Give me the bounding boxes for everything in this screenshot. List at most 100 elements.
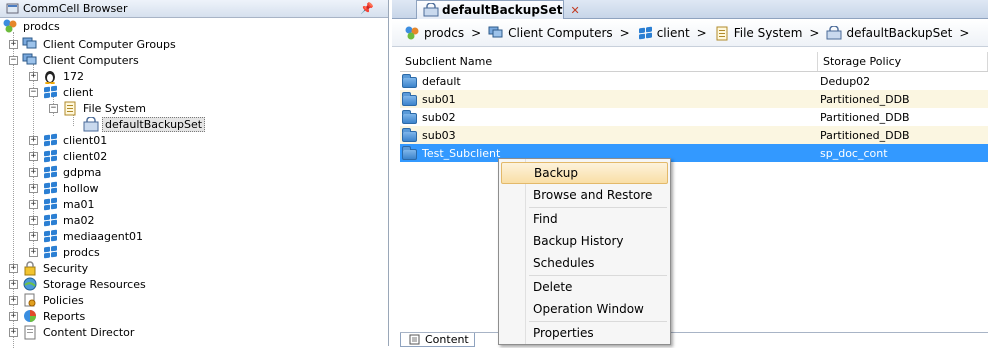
expand-icon[interactable]: + [29, 231, 38, 241]
expand-icon[interactable]: + [9, 39, 18, 49]
commcell-root-icon [404, 25, 420, 41]
tree-node-client02[interactable]: + client02 [29, 148, 109, 164]
tree-node-storage-resources[interactable]: + Storage Resources [9, 276, 148, 292]
tree-node-ma02[interactable]: + ma02 [29, 212, 96, 228]
breadcrumb-separator: > [471, 26, 482, 40]
menu-item-backup[interactable]: Backup [501, 162, 668, 184]
windows-icon [42, 164, 58, 180]
tree-node-reports[interactable]: + Reports [9, 308, 87, 324]
expand-icon[interactable]: + [29, 199, 38, 209]
close-icon[interactable]: ✕ [570, 4, 579, 17]
tab-content[interactable]: Content [400, 333, 475, 347]
collapse-icon[interactable]: − [29, 87, 38, 97]
content-pane: defaultBackupSet ✕ prodcs > Client Compu… [392, 0, 988, 347]
tree-node-root[interactable]: prodcs [2, 18, 62, 34]
tree-node-hollow[interactable]: + hollow [29, 180, 101, 196]
expand-icon[interactable]: + [9, 279, 18, 289]
table-row[interactable]: default Dedup02 [400, 72, 988, 90]
tab-label: defaultBackupSet [442, 3, 563, 17]
expand-icon[interactable]: + [29, 247, 38, 257]
tree-node-gdpma[interactable]: + gdpma [29, 164, 103, 180]
browser-title: CommCell Browser [23, 2, 128, 15]
client-computers-icon [22, 52, 38, 68]
lock-icon [22, 260, 38, 276]
menu-item-properties[interactable]: Properties [501, 322, 668, 344]
collapse-icon[interactable]: − [49, 103, 58, 113]
breadcrumb-client-computers[interactable]: Client Computers [488, 25, 613, 41]
breadcrumb-separator: > [809, 26, 820, 40]
folder-icon [402, 92, 417, 106]
expand-icon[interactable]: + [29, 151, 38, 161]
table-row[interactable]: sub03 Partitioned_DDB [400, 126, 988, 144]
column-header-subclient-name[interactable]: Subclient Name [400, 52, 818, 71]
tree-node-client[interactable]: − client [29, 84, 95, 100]
expand-icon[interactable]: + [29, 183, 38, 193]
expand-icon[interactable]: + [29, 167, 38, 177]
breadcrumb-separator: > [619, 26, 630, 40]
table-row[interactable]: sub02 Partitioned_DDB [400, 108, 988, 126]
tree-node-client01[interactable]: + client01 [29, 132, 109, 148]
pie-chart-icon [22, 308, 38, 324]
tree-node-client-172[interactable]: + 172 [29, 68, 86, 84]
breadcrumb-file-system[interactable]: File System [714, 25, 802, 41]
table-row-selected[interactable]: Test_Subclient sp_doc_cont [400, 144, 988, 162]
tree-node-file-system[interactable]: − File System [49, 100, 148, 116]
menu-item-find[interactable]: Find [501, 208, 668, 230]
folder-icon [402, 74, 417, 88]
menu-item-backup-history[interactable]: Backup History [501, 230, 668, 252]
tree-node-client-computers[interactable]: − Client Computers [9, 52, 141, 68]
tree-node-content-director[interactable]: + Content Director [9, 324, 136, 340]
windows-icon [637, 25, 653, 41]
linux-penguin-icon [42, 68, 58, 84]
backupset-icon [83, 116, 99, 132]
column-header-storage-policy[interactable]: Storage Policy [818, 52, 988, 71]
expand-icon[interactable]: + [9, 295, 18, 305]
breadcrumb-prodcs[interactable]: prodcs [404, 25, 464, 41]
computer-group-icon [22, 36, 38, 52]
menu-item-browse-restore[interactable]: Browse and Restore [501, 184, 668, 206]
tree-node-security[interactable]: + Security [9, 260, 90, 276]
menu-item-operation-window[interactable]: Operation Window [501, 298, 668, 320]
expand-icon[interactable]: + [9, 311, 18, 321]
windows-icon [42, 196, 58, 212]
expand-icon[interactable]: + [29, 215, 38, 225]
breadcrumb-client[interactable]: client [637, 25, 690, 41]
backupset-icon [826, 25, 842, 41]
storage-globe-icon [22, 276, 38, 292]
commcell-browser-pane: CommCell Browser 📌 prodcs + Client Compu… [0, 0, 389, 348]
expand-icon[interactable]: + [9, 327, 18, 337]
table-header: Subclient Name Storage Policy [400, 52, 988, 72]
backupset-icon [423, 2, 439, 18]
tab-strip: defaultBackupSet ✕ [392, 0, 988, 19]
folder-icon [402, 110, 417, 124]
client-computers-icon [488, 25, 504, 41]
windows-icon [42, 244, 58, 260]
bottom-tab-strip: Content [400, 332, 988, 347]
table-row[interactable]: sub01 Partitioned_DDB [400, 90, 988, 108]
expand-icon[interactable]: + [9, 263, 18, 273]
tree-node-prodcs[interactable]: + prodcs [29, 244, 102, 260]
windows-icon [42, 180, 58, 196]
expand-icon[interactable]: + [29, 135, 38, 145]
browser-header: CommCell Browser 📌 [0, 0, 388, 18]
breadcrumb-separator: > [959, 26, 970, 40]
tab-default-backupset[interactable]: defaultBackupSet ✕ [416, 0, 580, 19]
subclient-table: Subclient Name Storage Policy default De… [400, 52, 988, 162]
file-system-icon [62, 100, 78, 116]
collapse-icon[interactable]: − [9, 55, 18, 65]
menu-item-delete[interactable]: Delete [501, 276, 668, 298]
policy-icon [22, 292, 38, 308]
tree-node-default-backupset[interactable]: defaultBackupSet [83, 116, 206, 132]
windows-icon [42, 132, 58, 148]
tree-node-mediaagent01[interactable]: + mediaagent01 [29, 228, 145, 244]
breadcrumb-default-backupset[interactable]: defaultBackupSet [826, 25, 952, 41]
tree-node-ma01[interactable]: + ma01 [29, 196, 96, 212]
menu-item-schedules[interactable]: Schedules [501, 252, 668, 274]
folder-icon [402, 146, 417, 160]
expand-icon[interactable]: + [29, 71, 38, 81]
commcell-root-icon [2, 18, 18, 34]
breadcrumb-separator: > [696, 26, 707, 40]
tree-node-client-computer-groups[interactable]: + Client Computer Groups [9, 36, 178, 52]
tree-node-policies[interactable]: + Policies [9, 292, 86, 308]
pin-icon[interactable]: 📌 [360, 2, 374, 15]
